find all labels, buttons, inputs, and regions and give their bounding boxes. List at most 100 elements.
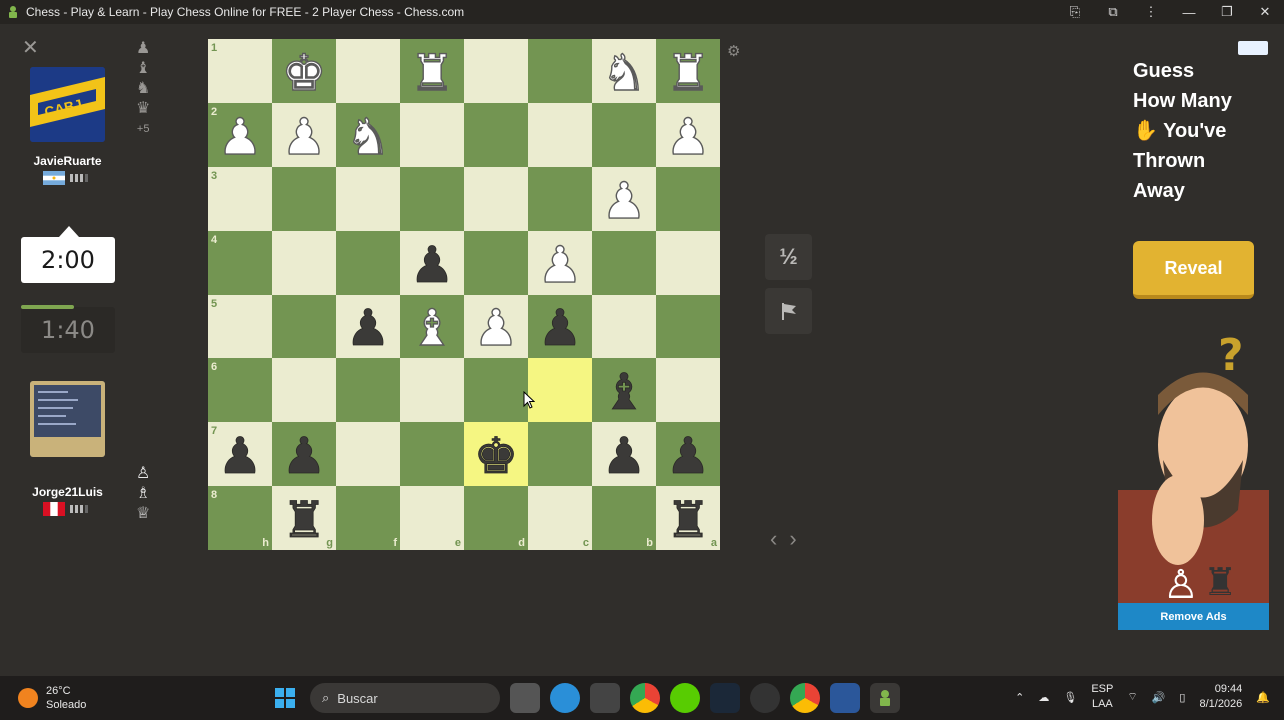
volume-icon[interactable]: 🔊 <box>1152 691 1166 704</box>
close-window-button[interactable]: ✕ <box>1246 0 1284 24</box>
microphone-icon[interactable]: 🎙 <box>1063 691 1077 704</box>
duolingo-icon[interactable] <box>670 683 700 713</box>
black-king-icon[interactable]: ♚ <box>473 431 519 482</box>
square-h8[interactable]: 8h <box>208 486 272 550</box>
obs-icon[interactable] <box>750 683 780 713</box>
white-bishop-icon[interactable]: ♝ <box>409 303 455 354</box>
square-h3[interactable]: 3 <box>208 166 272 231</box>
square-d6[interactable] <box>464 358 528 423</box>
black-bishop-icon[interactable]: ♝ <box>601 367 647 418</box>
square-b7[interactable]: ♟ <box>592 422 656 487</box>
steam-icon[interactable] <box>710 683 740 713</box>
battery-icon[interactable]: ▯ <box>1179 691 1185 704</box>
chevron-up-icon[interactable]: ⌃ <box>1015 691 1024 704</box>
white-king-icon[interactable]: ♚ <box>281 47 327 98</box>
square-d2[interactable] <box>464 102 528 167</box>
chess-app-taskbar-icon[interactable] <box>870 683 900 713</box>
square-f6[interactable] <box>336 358 400 423</box>
black-rook-icon[interactable]: ♜ <box>665 495 711 546</box>
square-h2[interactable]: 2 ♟ <box>208 102 272 167</box>
white-knight-icon[interactable]: ♞ <box>345 111 391 162</box>
square-c1[interactable] <box>528 39 592 103</box>
square-c5[interactable]: ♟ <box>528 294 592 359</box>
square-b5[interactable] <box>592 294 656 359</box>
black-pawn-icon[interactable]: ♟ <box>409 239 455 290</box>
square-b3[interactable]: ♟ <box>592 166 656 231</box>
square-f3[interactable] <box>336 166 400 231</box>
avatar-top-player[interactable]: CABJ <box>30 67 105 142</box>
bottom-player-username[interactable]: Jorge21Luis <box>20 485 115 499</box>
square-b4[interactable] <box>592 230 656 295</box>
white-pawn-icon[interactable]: ♟ <box>217 111 263 162</box>
white-rook-icon[interactable]: ♜ <box>409 47 455 98</box>
black-pawn-icon[interactable]: ♟ <box>665 431 711 482</box>
white-pawn-icon[interactable]: ♟ <box>601 175 647 226</box>
square-a6[interactable] <box>656 358 720 423</box>
square-e8[interactable]: e <box>400 486 464 550</box>
square-a4[interactable] <box>656 230 720 295</box>
square-e2[interactable] <box>400 102 464 167</box>
black-pawn-icon[interactable]: ♟ <box>601 431 647 482</box>
resign-button[interactable] <box>765 288 812 334</box>
word-icon[interactable] <box>830 683 860 713</box>
avatar-bottom-player[interactable] <box>30 381 105 457</box>
black-pawn-icon[interactable]: ♟ <box>281 431 327 482</box>
square-d5[interactable]: ♟ <box>464 294 528 359</box>
square-d7[interactable]: ♚ <box>464 422 528 487</box>
close-icon[interactable]: ✕ <box>22 38 39 58</box>
square-g8[interactable]: g ♜ <box>272 486 336 550</box>
square-b8[interactable]: b <box>592 486 656 550</box>
square-f5[interactable]: ♟ <box>336 294 400 359</box>
square-e7[interactable] <box>400 422 464 487</box>
square-b2[interactable] <box>592 102 656 167</box>
square-a1[interactable]: ♜ <box>656 39 720 103</box>
white-rook-icon[interactable]: ♜ <box>665 47 711 98</box>
square-a7[interactable]: ♟ <box>656 422 720 487</box>
task-view-icon[interactable] <box>510 683 540 713</box>
square-f1[interactable] <box>336 39 400 103</box>
square-c3[interactable] <box>528 166 592 231</box>
square-h7[interactable]: 7 ♟ <box>208 422 272 487</box>
square-f2[interactable]: ♞ <box>336 102 400 167</box>
square-a3[interactable] <box>656 166 720 231</box>
square-g2[interactable]: ♟ <box>272 102 336 167</box>
black-pawn-icon[interactable]: ♟ <box>217 431 263 482</box>
square-e3[interactable] <box>400 166 464 231</box>
previous-move-arrow-icon[interactable]: ‹ <box>770 526 777 552</box>
white-pawn-icon[interactable]: ♟ <box>281 111 327 162</box>
square-c8[interactable]: c <box>528 486 592 550</box>
chrome-profile-icon[interactable] <box>790 683 820 713</box>
square-c4[interactable]: ♟ <box>528 230 592 295</box>
square-d4[interactable] <box>464 230 528 295</box>
square-a2[interactable]: ♟ <box>656 102 720 167</box>
square-a5[interactable] <box>656 294 720 359</box>
offer-draw-button[interactable]: ½ <box>765 234 812 280</box>
square-f4[interactable] <box>336 230 400 295</box>
square-h1[interactable]: 1 <box>208 39 272 103</box>
white-pawn-icon[interactable]: ♟ <box>473 303 519 354</box>
portrait-app-icon[interactable] <box>590 683 620 713</box>
weather-widget[interactable]: 26°C Soleado <box>18 684 86 712</box>
chrome-icon[interactable] <box>630 683 660 713</box>
square-e1[interactable]: ♜ <box>400 39 464 103</box>
square-b1[interactable]: ♞ <box>592 39 656 103</box>
taskbar-search[interactable]: ⌕ Buscar <box>310 683 500 713</box>
square-d1[interactable] <box>464 39 528 103</box>
square-d3[interactable] <box>464 166 528 231</box>
white-knight-icon[interactable]: ♞ <box>601 47 647 98</box>
square-g6[interactable] <box>272 358 336 423</box>
start-button-windows-icon[interactable] <box>270 683 300 713</box>
cloud-icon[interactable]: ☁ <box>1038 691 1049 704</box>
square-e5[interactable]: ♝ <box>400 294 464 359</box>
extensions-icon[interactable]: ⧉ <box>1094 0 1132 24</box>
square-g4[interactable] <box>272 230 336 295</box>
square-h5[interactable]: 5 <box>208 294 272 359</box>
wifi-icon[interactable]: ⌔ <box>1127 690 1137 704</box>
minimize-button[interactable]: — <box>1170 0 1208 24</box>
language-indicator[interactable]: ESP LAA <box>1091 682 1113 712</box>
next-move-arrow-icon[interactable]: › <box>789 526 796 552</box>
square-c6[interactable] <box>528 358 592 423</box>
black-rook-icon[interactable]: ♜ <box>281 495 327 546</box>
square-e4[interactable]: ♟ <box>400 230 464 295</box>
square-c2[interactable] <box>528 102 592 167</box>
